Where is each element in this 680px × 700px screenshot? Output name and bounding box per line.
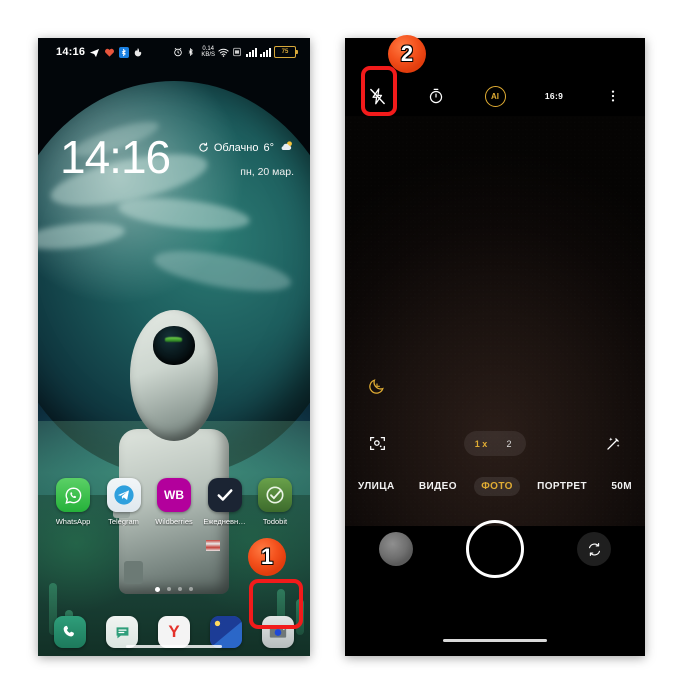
highlight-camera-dock-icon [249, 579, 303, 629]
yandex-glyph: Y [168, 622, 180, 641]
app-row: WhatsApp Telegram WB Wildberries Ежеднев… [38, 478, 310, 526]
mode-video[interactable]: ВИДЕО [412, 477, 464, 496]
mode-50m[interactable]: 50M [604, 477, 639, 496]
fire-icon [133, 47, 144, 58]
ai-icon[interactable]: AI [483, 84, 507, 108]
app-label: WhatsApp [55, 517, 91, 526]
bluetooth-icon [187, 47, 198, 58]
page-dot[interactable] [189, 587, 193, 591]
aspect-ratio-icon[interactable]: 16:9 [542, 84, 566, 108]
zoom-level-2x[interactable]: 2 [496, 434, 522, 453]
telegram-icon [89, 47, 100, 58]
magic-wand-icon[interactable] [601, 432, 625, 456]
dock-item-yandex[interactable]: Y [158, 616, 190, 648]
step-badge-1: 1 [248, 538, 286, 576]
signal-icon [246, 47, 257, 57]
night-mode-icon[interactable] [367, 377, 386, 401]
scan-document-icon[interactable] [365, 432, 389, 456]
switch-camera-icon[interactable] [577, 532, 611, 566]
heart-icon [104, 47, 115, 58]
highlight-flash-toggle [361, 66, 397, 116]
camera-bottom-controls [345, 514, 645, 584]
app-label: Wildberries [155, 517, 193, 526]
wallpaper-astronaut-figure [109, 309, 240, 595]
camera-viewfinder[interactable] [345, 116, 645, 526]
phone-right-camera: AI 16:9 1 x 2 УЛИЦА ВИДЕО ФОТО ПОРТРЕТ 5… [345, 38, 645, 656]
gallery-thumbnail[interactable] [379, 532, 413, 566]
mode-photo[interactable]: ФОТО [474, 477, 520, 496]
home-indicator[interactable] [443, 639, 547, 642]
bluetooth-badge-icon [119, 46, 130, 58]
partly-cloudy-icon [279, 140, 294, 155]
app-wildberries[interactable]: WB Wildberries [151, 478, 197, 526]
app-label: Telegram [108, 517, 139, 526]
status-bar-time: 14:16 [56, 46, 86, 58]
dock-item-phone[interactable] [54, 616, 86, 648]
lockscreen-weather[interactable]: Облачно 6° пн, 20 мар. [198, 140, 294, 178]
dock-item-messages[interactable] [106, 616, 138, 648]
dock-item-gallery[interactable] [210, 616, 242, 648]
wifi-icon [218, 47, 229, 58]
page-dot[interactable] [178, 587, 182, 591]
zoom-level-1x[interactable]: 1 x [468, 434, 494, 453]
camera-app: AI 16:9 1 x 2 УЛИЦА ВИДЕО ФОТО ПОРТРЕТ 5… [345, 38, 645, 656]
wildberries-glyph: WB [164, 488, 184, 502]
lockscreen-clock: 14:16 [60, 131, 171, 183]
page-dot[interactable] [167, 587, 171, 591]
weather-condition: Облачно [213, 141, 259, 154]
zoom-control[interactable]: 1 x 2 [464, 431, 526, 456]
refresh-icon[interactable] [198, 142, 209, 153]
step-badge-2: 2 [388, 35, 426, 73]
app-label: Todobit [262, 517, 288, 526]
app-whatsapp[interactable]: WhatsApp [50, 478, 96, 526]
camera-mode-strip: УЛИЦА ВИДЕО ФОТО ПОРТРЕТ 50M [345, 477, 645, 496]
alarm-icon [173, 47, 184, 58]
wildberries-icon: WB [157, 478, 191, 512]
home-indicator[interactable] [126, 645, 222, 648]
page-dot[interactable] [155, 587, 160, 592]
app-telegram[interactable]: Telegram [101, 478, 147, 526]
sim-icon [232, 47, 243, 58]
shutter-button[interactable] [466, 520, 524, 578]
viewfinder-noise [345, 116, 645, 526]
timer-icon[interactable] [424, 84, 448, 108]
more-vertical-icon[interactable] [601, 84, 625, 108]
whatsapp-icon [56, 478, 90, 512]
checkmark-icon [207, 478, 242, 512]
todobit-icon [258, 478, 292, 512]
screenshot-stage: 14:16 0.14 KB/S 75 14:16 Облачно 6° пн, … [0, 0, 680, 700]
camera-mid-controls: 1 x 2 [345, 431, 645, 456]
weather-temperature: 6° [263, 141, 274, 154]
ai-glyph: AI [484, 85, 506, 107]
app-todobit[interactable]: Todobit [252, 478, 298, 526]
telegram-icon [106, 478, 141, 512]
signal-icon [260, 47, 271, 57]
mode-portrait[interactable]: ПОРТРЕТ [530, 477, 594, 496]
data-rate-icon: 0.14 KB/S [201, 46, 215, 58]
mode-ulica[interactable]: УЛИЦА [351, 477, 402, 496]
app-ezhednevnik[interactable]: Ежедневн… [202, 478, 248, 526]
lockscreen-date: пн, 20 мар. [240, 166, 294, 178]
app-label: Ежедневн… [203, 517, 246, 526]
status-bar: 14:16 0.14 KB/S 75 [38, 38, 310, 66]
aspect-ratio-glyph: 16:9 [544, 91, 564, 101]
battery-icon: 75 [274, 46, 298, 58]
